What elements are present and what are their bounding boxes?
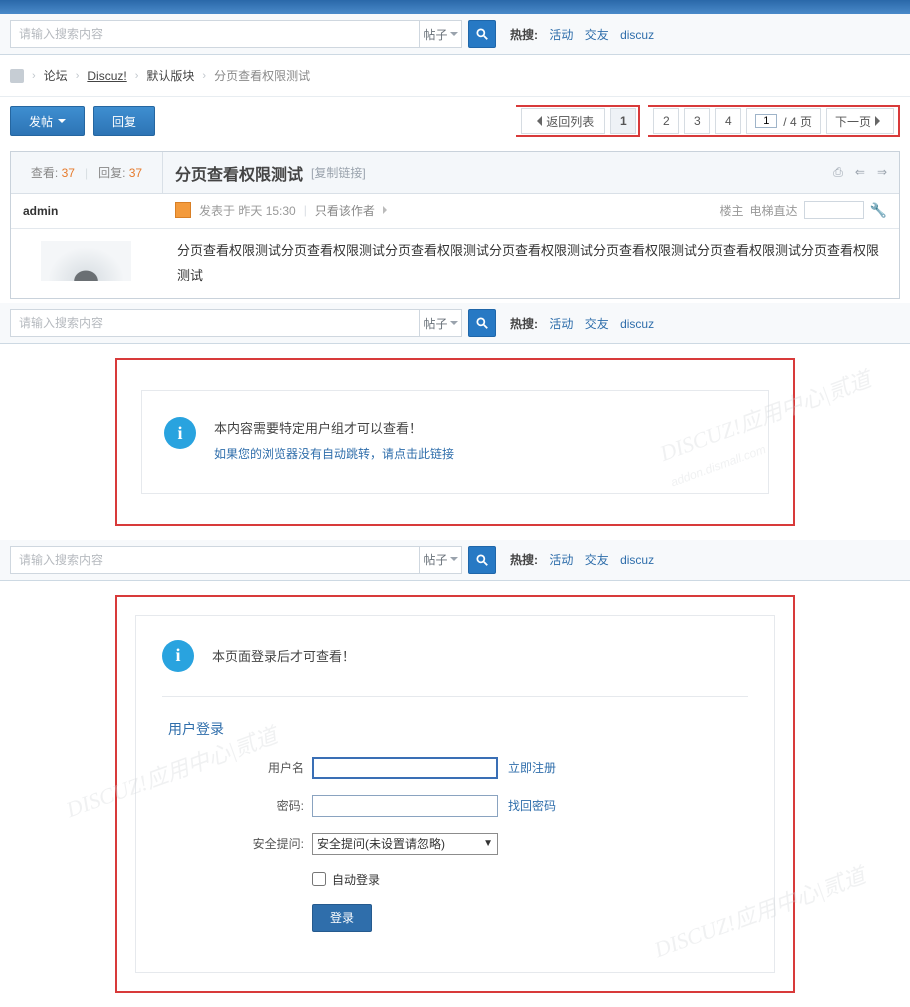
hot-link[interactable]: discuz (620, 553, 654, 567)
search-input[interactable] (10, 309, 420, 337)
floor-label: 楼主 (720, 202, 744, 219)
hot-link[interactable]: 活动 (549, 28, 573, 42)
chevron-down-icon (450, 557, 458, 565)
pager-page-3[interactable]: 3 (684, 108, 710, 134)
pager-page-4[interactable]: 4 (715, 108, 741, 134)
print-icon[interactable]: ⎙ (833, 165, 843, 180)
findpw-link[interactable]: 找回密码 (508, 797, 556, 814)
crumb-section[interactable]: 默认版块 (146, 67, 194, 84)
notice-message: 本内容需要特定用户组才可以查看！ (214, 417, 454, 442)
author-only-link[interactable]: 只看该作者 (315, 202, 375, 219)
copy-link[interactable]: [复制链接] (311, 164, 366, 181)
hot-link[interactable]: 交友 (585, 28, 609, 42)
callout-usergroup: i 本内容需要特定用户组才可以查看！ 如果您的浏览器没有自动跳转，请点击此链接 (115, 358, 795, 525)
search-button[interactable] (468, 546, 496, 574)
hot-search: 热搜: 活动 交友 discuz (510, 315, 658, 332)
hot-link[interactable]: 交友 (585, 553, 609, 567)
info-icon: i (162, 640, 194, 672)
search-type-label: 帖子 (423, 26, 447, 43)
question-select[interactable]: 安全提问(未设置请忽略)▼ (312, 833, 498, 855)
hot-label: 热搜: (510, 28, 538, 42)
password-label: 密码: (162, 797, 312, 814)
pager-page-1[interactable]: 1 (610, 108, 636, 134)
info-icon: i (164, 417, 196, 449)
avatar (41, 241, 131, 281)
hot-link[interactable]: discuz (620, 317, 654, 331)
username-label: 用户名 (162, 759, 312, 776)
login-title: 用户登录 (168, 719, 748, 739)
hot-link[interactable]: 活动 (549, 553, 573, 567)
pager-input[interactable] (755, 114, 777, 128)
pager-page-2[interactable]: 2 (653, 108, 679, 134)
newpost-button[interactable]: 发帖 (10, 106, 85, 136)
post-time: 发表于 昨天 15:30 (199, 202, 296, 219)
chevron-right-icon (383, 206, 391, 214)
search-type-select[interactable]: 帖子 (420, 309, 462, 337)
post-title: 分页查看权限测试 (175, 161, 303, 185)
hot-search: 热搜: 活动 交友 discuz (510, 26, 658, 43)
search-type-select[interactable]: 帖子 (420, 546, 462, 574)
autologin-label: 自动登录 (332, 871, 380, 888)
post-author[interactable]: admin (11, 194, 163, 228)
search-input[interactable] (10, 20, 420, 48)
crumb-forum[interactable]: 论坛 (44, 67, 68, 84)
register-link[interactable]: 立即注册 (508, 759, 556, 776)
search-button[interactable] (468, 20, 496, 48)
chevron-down-icon (58, 119, 66, 127)
pager-back[interactable]: 返回列表 (521, 108, 605, 134)
hot-link[interactable]: 活动 (549, 317, 573, 331)
crumb-board[interactable]: Discuz! (87, 69, 126, 83)
pager-next[interactable]: 下一页 (826, 108, 894, 134)
crumb-thread: 分页查看权限测试 (214, 67, 310, 84)
autologin-checkbox[interactable] (312, 872, 326, 886)
post-body: 分页查看权限测试分页查看权限测试分页查看权限测试分页查看权限测试分页查看权限测试… (163, 229, 899, 298)
post-stats: 查看: 37 | 回复: 37 (11, 152, 162, 194)
callout-login: i 本页面登录后才可查看！ 用户登录 用户名 立即注册 密码: 找回密码 安全提… (115, 595, 795, 993)
home-icon[interactable] (10, 69, 24, 83)
wrench-icon[interactable]: 🔧 (870, 202, 887, 219)
chevron-down-icon (450, 321, 458, 329)
search-type-select[interactable]: 帖子 (420, 20, 462, 48)
hot-link[interactable]: discuz (620, 28, 654, 42)
password-input[interactable] (312, 795, 498, 817)
search-button[interactable] (468, 309, 496, 337)
login-notice: 本页面登录后才可查看！ (212, 646, 355, 665)
chevron-down-icon (450, 32, 458, 40)
username-input[interactable] (312, 757, 498, 779)
notice-redirect-link[interactable]: 如果您的浏览器没有自动跳转，请点击此链接 (214, 447, 454, 461)
prev-icon[interactable]: ⇐ (855, 165, 865, 180)
elevator-input[interactable] (804, 201, 864, 219)
user-badge-icon (175, 202, 191, 218)
next-icon[interactable]: ⇒ (877, 165, 887, 180)
search-input[interactable] (10, 546, 420, 574)
breadcrumb: › 论坛› Discuz!› 默认版块› 分页查看权限测试 (0, 55, 910, 97)
pager-goto[interactable]: / 4 页 (746, 108, 821, 134)
hot-search: 热搜: 活动 交友 discuz (510, 551, 658, 568)
question-label: 安全提问: (162, 835, 312, 852)
hot-link[interactable]: 交友 (585, 317, 609, 331)
reply-button[interactable]: 回复 (93, 106, 155, 136)
elevator-label: 电梯直达 (750, 202, 798, 219)
login-button[interactable]: 登录 (312, 904, 372, 932)
